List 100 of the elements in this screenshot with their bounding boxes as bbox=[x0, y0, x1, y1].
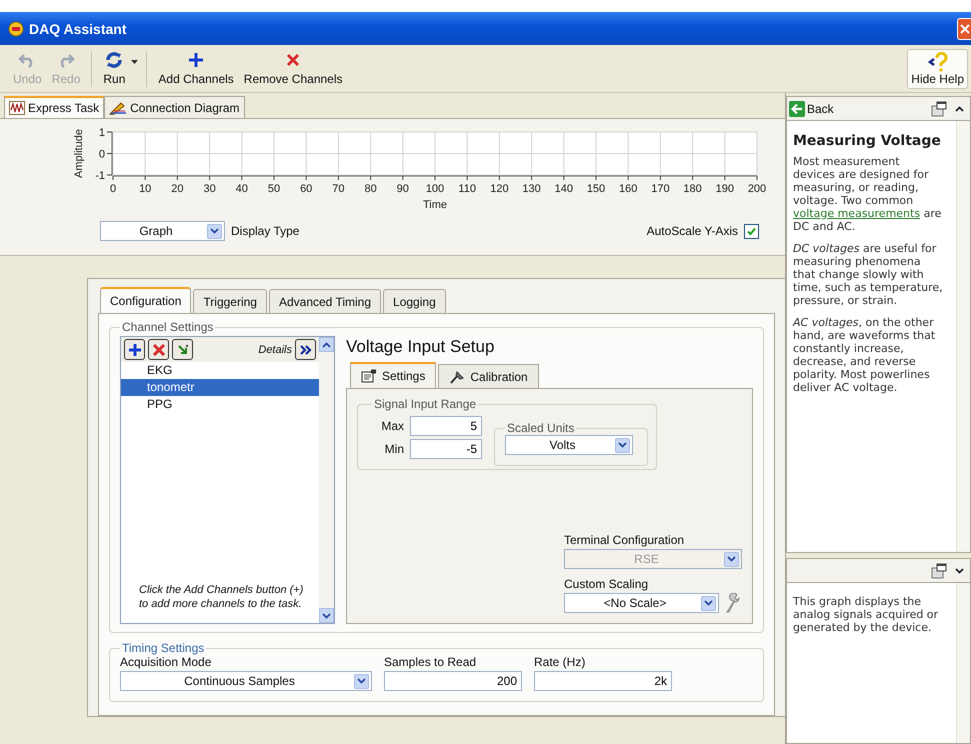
caret-icon bbox=[354, 674, 369, 688]
axis-tick-label: 50 bbox=[268, 183, 280, 195]
caret-down-icon[interactable] bbox=[955, 568, 964, 574]
plus-icon bbox=[188, 52, 204, 68]
axis-tick-label: -1 bbox=[95, 170, 105, 182]
caret-icon bbox=[131, 60, 138, 64]
axis-tick-label: 70 bbox=[332, 183, 345, 195]
group-label: Scaled Units bbox=[506, 421, 576, 435]
sort-button[interactable] bbox=[172, 339, 193, 360]
field-label: Rate (Hz) bbox=[534, 655, 586, 669]
tab[interactable]: Triggering bbox=[193, 289, 267, 313]
tab[interactable]: Logging bbox=[383, 289, 446, 313]
axis-tick-label: 60 bbox=[300, 183, 312, 195]
caret-icon bbox=[701, 596, 716, 610]
help-paragraph: Most measurement devices are designed for measuring, or reading, voltage. Two common voltage measurements are DC and AC. bbox=[793, 155, 942, 233]
axis-title: Amplitude bbox=[73, 129, 85, 178]
plus-icon bbox=[128, 342, 142, 356]
caret-up-icon bbox=[322, 342, 331, 348]
wrench-icon[interactable] bbox=[723, 593, 741, 613]
axis-tick-label: 10 bbox=[139, 183, 152, 195]
help-paragraph: This graph displays the analog signals acquired or generated by the device. bbox=[793, 595, 940, 634]
details-label: Details bbox=[258, 344, 292, 356]
check-icon bbox=[746, 226, 757, 236]
axis-tick-label: 120 bbox=[490, 183, 509, 195]
axis-tick-label: 20 bbox=[171, 183, 184, 195]
hint-text: Click the Add Channels button (+) to add more channels to the task. bbox=[138, 583, 304, 612]
waveform-icon bbox=[9, 101, 25, 115]
axis-tick-label: 140 bbox=[554, 183, 573, 195]
remove-icon bbox=[152, 344, 164, 356]
mode-dropdown[interactable]: Continuous Samples bbox=[120, 671, 372, 691]
group-label: Channel Settings bbox=[121, 320, 214, 334]
field-label: Display Type bbox=[231, 224, 300, 238]
axis-tick-label: 180 bbox=[683, 183, 702, 195]
caret-icon bbox=[207, 224, 222, 238]
pencil-icon bbox=[109, 100, 128, 114]
axis-tick-label: 130 bbox=[522, 183, 541, 195]
group-label: Timing Settings bbox=[121, 641, 206, 655]
help-icon bbox=[928, 52, 948, 72]
tab[interactable]: Configuration bbox=[100, 287, 192, 313]
axis-tick-label: 100 bbox=[426, 183, 444, 195]
field-label: Samples to Read bbox=[384, 655, 478, 669]
toolbar-button[interactable]: Remove Channels bbox=[238, 48, 348, 88]
axis-tick-label: 200 bbox=[748, 183, 766, 195]
toolbar-button[interactable]: Add Channels bbox=[153, 48, 239, 88]
tab[interactable]: Calibration bbox=[438, 364, 539, 388]
axis-tick-label: 170 bbox=[651, 183, 670, 195]
tab[interactable]: Connection Diagram bbox=[104, 96, 245, 118]
axis-tick-label: 0 bbox=[110, 183, 116, 195]
settings-icon bbox=[361, 369, 377, 383]
caret-down-icon bbox=[322, 612, 331, 618]
channel-item[interactable]: tonometr bbox=[121, 379, 319, 396]
min-field[interactable]: -5 bbox=[410, 439, 482, 459]
axis-tick-label: 160 bbox=[619, 183, 638, 195]
arrow-icon bbox=[176, 342, 190, 356]
scroll-up-button[interactable] bbox=[319, 337, 334, 352]
axis-tick-label: 30 bbox=[203, 183, 216, 195]
hide-help-button[interactable]: Hide Help bbox=[907, 48, 968, 88]
section-title: Voltage Input Setup bbox=[346, 336, 496, 358]
close-button[interactable] bbox=[957, 18, 971, 40]
caret-icon bbox=[724, 552, 739, 566]
scrollbar[interactable] bbox=[319, 337, 334, 623]
refresh-icon bbox=[105, 51, 124, 69]
axis-tick-label: 0 bbox=[98, 148, 105, 160]
back-button[interactable]: Back bbox=[789, 100, 834, 116]
tab[interactable]: Advanced Timing bbox=[268, 289, 382, 313]
window-icon[interactable] bbox=[931, 100, 947, 116]
expand-button[interactable] bbox=[295, 339, 316, 360]
number-field[interactable]: 200 bbox=[384, 671, 522, 691]
help-link[interactable]: voltage measurements bbox=[793, 207, 920, 220]
field-label: Custom Scaling bbox=[564, 577, 650, 591]
caret-up-icon[interactable] bbox=[955, 106, 964, 112]
axis-title: Time bbox=[422, 199, 448, 211]
display-type-dropdown[interactable]: Graph bbox=[100, 221, 225, 241]
caret-icon bbox=[615, 438, 630, 452]
probe-icon bbox=[449, 370, 466, 384]
axis-tick-label: 110 bbox=[458, 183, 476, 195]
number-field[interactable]: 2k bbox=[534, 671, 672, 691]
toolbar-button[interactable]: Run bbox=[98, 48, 130, 88]
channel-item[interactable]: PPG bbox=[121, 396, 319, 413]
remove-icon bbox=[286, 53, 300, 67]
tab[interactable]: Settings bbox=[350, 362, 436, 388]
field-label: Acquisition Mode bbox=[120, 655, 212, 669]
close-icon bbox=[960, 24, 970, 34]
axis-tick-label: 190 bbox=[716, 183, 734, 195]
tab[interactable]: Express Task bbox=[4, 96, 104, 118]
double-chevron-icon bbox=[298, 344, 312, 356]
scrollbar[interactable] bbox=[956, 583, 970, 743]
axis-tick-label: 40 bbox=[236, 183, 248, 195]
help-paragraph: AC voltages, on the other hand, are waveforms that constantly increase, decrease, and reverse polarity. Most powerlines deliver AC voltage. bbox=[793, 316, 936, 394]
axis-tick-label: 80 bbox=[364, 183, 377, 195]
scroll-down-button[interactable] bbox=[319, 608, 334, 623]
axis-tick-label: 90 bbox=[396, 183, 409, 195]
max-field[interactable]: 5 bbox=[410, 416, 482, 436]
window-icon[interactable] bbox=[931, 562, 947, 578]
units-dropdown[interactable]: Volts bbox=[505, 435, 633, 455]
channel-item[interactable]: EKG bbox=[121, 362, 319, 379]
autoscale-checkbox[interactable] bbox=[744, 224, 759, 238]
scaling-dropdown[interactable]: <No Scale> bbox=[564, 593, 719, 613]
axis-tick-label: 1 bbox=[98, 127, 105, 139]
scrollbar[interactable] bbox=[956, 121, 970, 552]
